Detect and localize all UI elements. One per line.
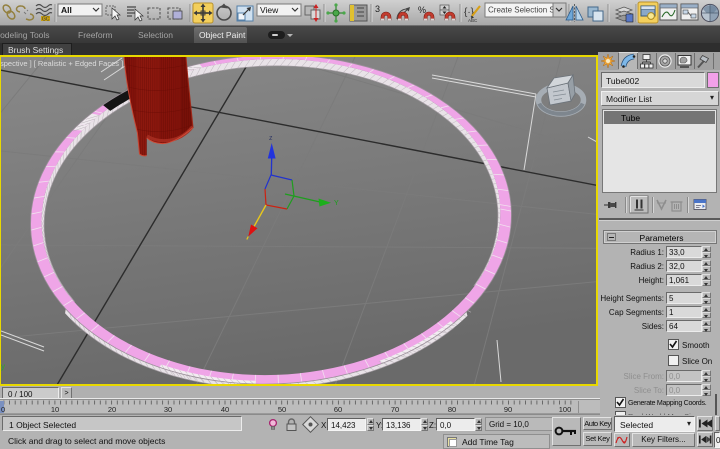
svg-text:GC: GC	[42, 17, 50, 23]
svg-text:Create Selection Se: Create Selection Se	[488, 6, 560, 15]
svg-text:y: y	[1, 362, 5, 371]
svg-text:20: 20	[108, 405, 116, 414]
svg-text:60: 60	[334, 405, 342, 414]
svg-text:0: 0	[1, 405, 5, 414]
svg-text:Y: Y	[334, 200, 339, 207]
svg-text:spective ] [ Realistic + Edged: spective ] [ Realistic + Edged Faces ]	[1, 59, 123, 68]
svg-text:40: 40	[221, 405, 229, 414]
svg-text:All: All	[61, 5, 72, 15]
svg-text:90: 90	[504, 405, 512, 414]
svg-text:ABC: ABC	[468, 18, 478, 23]
svg-text:z: z	[269, 135, 273, 142]
svg-text:100: 100	[559, 405, 572, 414]
svg-text:30: 30	[164, 405, 172, 414]
svg-text:80: 80	[448, 405, 456, 414]
svg-text:50: 50	[278, 405, 286, 414]
svg-text:%: %	[418, 5, 426, 15]
svg-text:70: 70	[391, 405, 399, 414]
svg-text:10: 10	[51, 405, 59, 414]
svg-text:View: View	[260, 5, 279, 15]
svg-text:3: 3	[375, 4, 380, 14]
